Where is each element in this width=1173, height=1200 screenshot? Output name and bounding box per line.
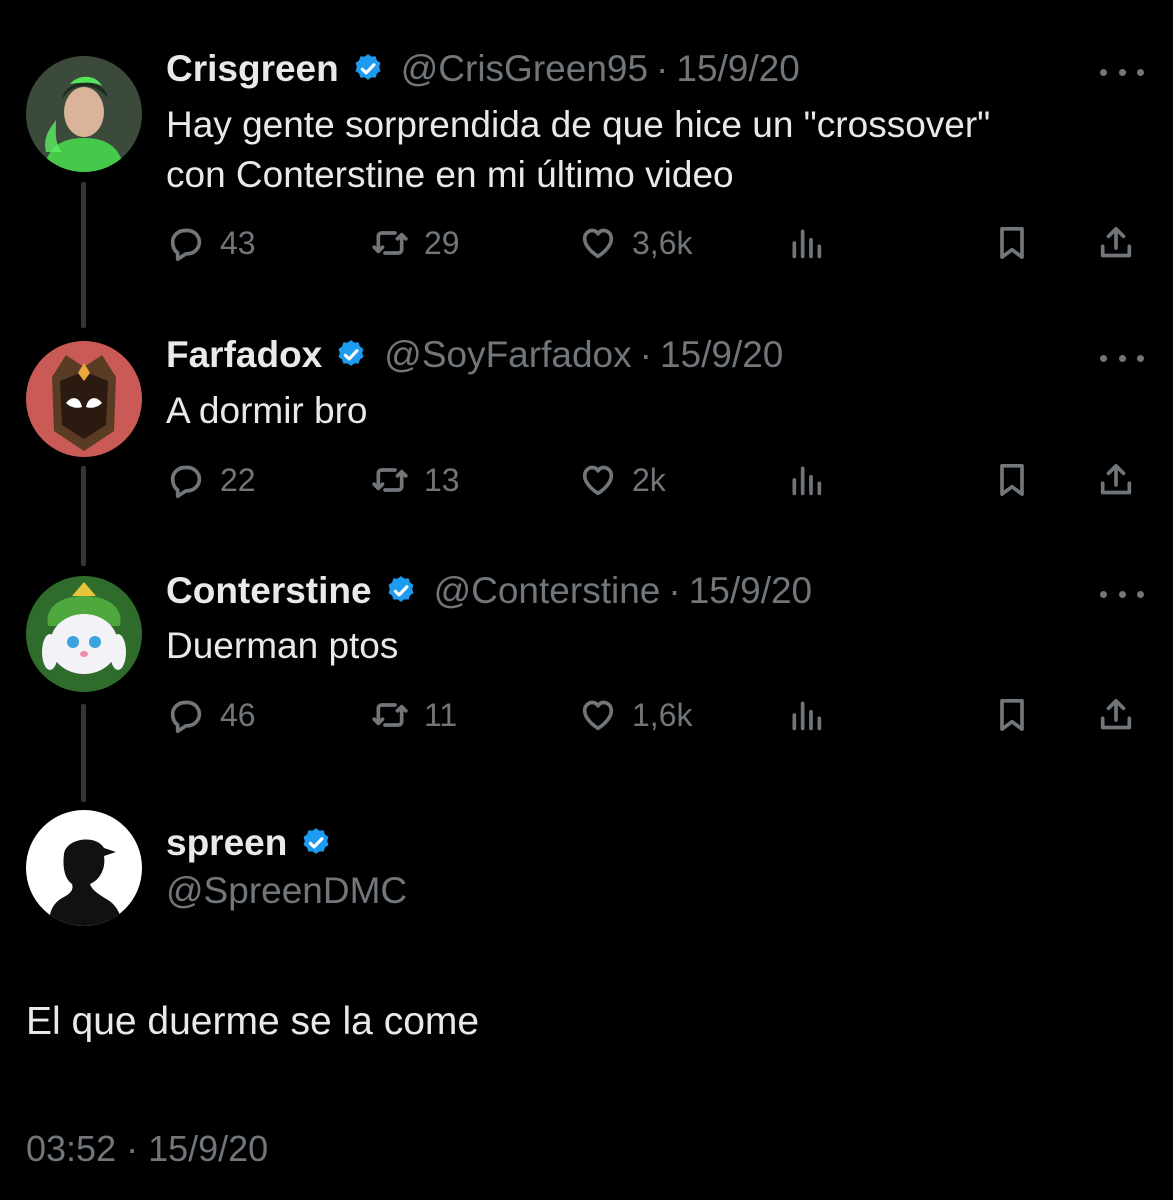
main-author-name[interactable]: spreen	[166, 822, 287, 864]
reply-icon	[170, 700, 202, 733]
views-icon	[792, 229, 822, 259]
tweet-header: Crisgreen @CrisGreen95 · 15/9/20	[166, 48, 800, 90]
reply-button[interactable]: 22	[166, 455, 256, 505]
retweet-button[interactable]: 29	[370, 218, 460, 268]
retweet-icon	[372, 231, 408, 255]
share-button[interactable]	[1096, 218, 1136, 268]
more-icon[interactable]	[1100, 348, 1144, 368]
avatar-crisgreen[interactable]	[26, 56, 142, 172]
author-handle[interactable]: @SoyFarfadox	[384, 334, 631, 376]
reply-icon	[170, 465, 202, 498]
action-bar: 22 13 2k	[166, 455, 1146, 505]
verified-badge-icon	[388, 576, 414, 602]
tweet-date[interactable]: 15/9/20	[660, 334, 783, 376]
avatar-spreen[interactable]	[26, 810, 142, 926]
avatar-conterstine[interactable]	[26, 576, 142, 692]
verified-badge-icon	[338, 340, 364, 366]
tweet-header: Farfadox @SoyFarfadox · 15/9/20	[166, 334, 783, 376]
bookmark-icon	[1000, 227, 1024, 259]
reply-count: 43	[220, 224, 256, 261]
bookmark-button[interactable]	[992, 218, 1032, 268]
views-icon	[792, 466, 822, 496]
tweet-text: Duerman ptos	[166, 621, 1126, 671]
share-icon	[1100, 227, 1132, 258]
action-bar: 46 11 1,6k	[166, 690, 1146, 740]
tweet-text-line: con Conterstine en mi último video	[166, 154, 734, 195]
more-icon[interactable]	[1100, 62, 1144, 82]
tweet-text-line: Duerman ptos	[166, 625, 399, 666]
retweet-count: 13	[424, 461, 460, 498]
author-handle[interactable]: @CrisGreen95	[401, 48, 648, 90]
tweet-date[interactable]: 15/9/20	[676, 48, 799, 90]
retweet-button[interactable]: 11	[370, 690, 457, 740]
views-button[interactable]	[786, 455, 826, 505]
like-count: 1,6k	[632, 696, 693, 733]
thread-line	[81, 466, 86, 566]
bookmark-button[interactable]	[992, 690, 1032, 740]
separator-dot: ·	[656, 48, 669, 89]
thread-line	[81, 704, 86, 802]
tweet-text-line: Hay gente sorprendida de que hice un "cr…	[166, 104, 991, 145]
retweet-count: 29	[424, 224, 460, 261]
separator-dot: ·	[668, 570, 681, 611]
retweet-icon	[372, 703, 408, 727]
like-button[interactable]: 2k	[578, 455, 666, 505]
heart-icon	[582, 700, 614, 731]
reply-button[interactable]: 46	[166, 690, 256, 740]
avatar-farfadox[interactable]	[26, 341, 142, 457]
like-button[interactable]: 1,6k	[578, 690, 692, 740]
bookmark-button[interactable]	[992, 455, 1032, 505]
tweet-text-line: A dormir bro	[166, 390, 368, 431]
tweet-text: Hay gente sorprendida de que hice un "cr…	[166, 100, 1126, 200]
reply-button[interactable]: 43	[166, 218, 256, 268]
retweet-icon	[372, 468, 408, 492]
share-button[interactable]	[1096, 455, 1136, 505]
tweet-text: A dormir bro	[166, 386, 1126, 436]
retweet-button[interactable]: 13	[370, 455, 460, 505]
main-tweet-text: El que duerme se la come	[26, 1000, 480, 1043]
share-icon	[1100, 699, 1132, 730]
author-name[interactable]: Conterstine	[166, 570, 372, 612]
separator-dot: ·	[639, 334, 652, 375]
verified-badge-icon	[355, 54, 381, 80]
reply-count: 22	[220, 461, 256, 498]
more-icon[interactable]	[1100, 584, 1144, 604]
like-count: 2k	[632, 461, 666, 498]
thread-line	[81, 182, 86, 328]
bookmark-icon	[1000, 464, 1024, 496]
heart-icon	[582, 465, 614, 496]
like-button[interactable]: 3,6k	[578, 218, 692, 268]
like-count: 3,6k	[632, 224, 693, 261]
author-name[interactable]: Farfadox	[166, 334, 322, 376]
action-bar: 43 29 3,6k	[166, 218, 1146, 268]
views-button[interactable]	[786, 218, 826, 268]
author-name[interactable]: Crisgreen	[166, 48, 339, 90]
reply-count: 46	[220, 696, 256, 733]
tweet-header: Conterstine @Conterstine · 15/9/20	[166, 570, 812, 612]
main-author-row: spreen	[166, 822, 349, 864]
views-button[interactable]	[786, 690, 826, 740]
verified-badge-icon	[303, 828, 329, 854]
retweet-count: 11	[424, 696, 458, 733]
main-author-handle[interactable]: @SpreenDMC	[166, 870, 407, 912]
reply-icon	[170, 228, 202, 261]
heart-icon	[582, 228, 614, 259]
author-handle[interactable]: @Conterstine	[434, 570, 661, 612]
main-tweet-timestamp[interactable]: 03:52 · 15/9/20	[26, 1128, 268, 1170]
share-button[interactable]	[1096, 690, 1136, 740]
bookmark-icon	[1000, 699, 1024, 731]
tweet-date[interactable]: 15/9/20	[689, 570, 812, 612]
share-icon	[1100, 464, 1132, 495]
views-icon	[792, 701, 822, 731]
